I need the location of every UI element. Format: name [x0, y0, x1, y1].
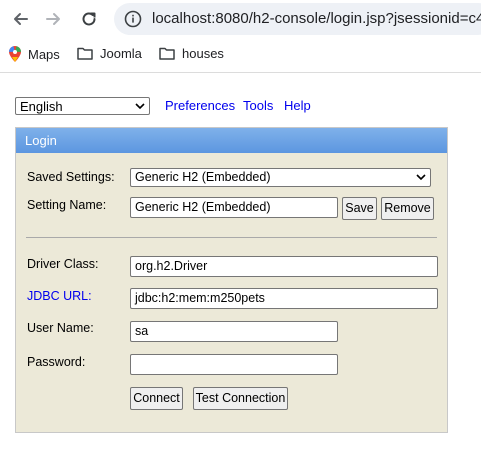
maps-pin-icon [9, 46, 21, 62]
remove-button[interactable]: Remove [381, 197, 434, 220]
bookmark-label: houses [182, 46, 224, 61]
driver-class-input[interactable]: org.h2.Driver [130, 256, 438, 277]
bookmark-maps[interactable]: Maps [9, 46, 60, 62]
saved-settings-select[interactable]: Generic H2 (Embedded) [130, 168, 431, 187]
back-arrow-icon [14, 13, 28, 25]
saved-settings-value: Generic H2 (Embedded) [135, 170, 271, 184]
url-text: localhost:8080/h2-console/login.jsp?jses… [152, 10, 481, 27]
chevron-down-icon [416, 174, 426, 181]
reload-button[interactable] [76, 6, 102, 32]
jdbc-url-help-link[interactable]: JDBC URL: [27, 289, 92, 303]
site-info-icon[interactable] [124, 10, 142, 28]
bookmarks-bar: Maps Joomla houses [0, 40, 481, 73]
tools-link[interactable]: Tools [243, 98, 273, 113]
password-label: Password: [27, 355, 86, 369]
bookmark-label: Joomla [100, 46, 142, 61]
chevron-down-icon [135, 103, 145, 110]
bookmark-label: Maps [28, 46, 60, 62]
forward-arrow-icon [46, 13, 60, 25]
password-input[interactable] [130, 354, 338, 375]
bookmark-joomla[interactable]: Joomla [77, 46, 142, 61]
forward-button[interactable] [40, 6, 66, 32]
user-name-input[interactable]: sa [130, 321, 338, 342]
login-title: Login [16, 128, 447, 153]
setting-name-label: Setting Name: [27, 198, 107, 212]
folder-icon [159, 47, 175, 60]
setting-name-input[interactable]: Generic H2 (Embedded) [130, 197, 338, 218]
saved-settings-label: Saved Settings: [27, 170, 115, 184]
user-name-label: User Name: [27, 321, 94, 335]
folder-icon [77, 47, 93, 60]
preferences-link[interactable]: Preferences [165, 98, 235, 113]
language-value: English [20, 99, 63, 114]
login-panel: Login Saved Settings: Generic H2 (Embedd… [15, 127, 448, 433]
help-link[interactable]: Help [284, 98, 311, 113]
driver-class-label: Driver Class: [27, 257, 99, 271]
test-connection-button[interactable]: Test Connection [193, 387, 288, 410]
language-select[interactable]: English [15, 97, 150, 115]
back-button[interactable] [8, 6, 34, 32]
jdbc-url-input[interactable]: jdbc:h2:mem:m250pets [130, 288, 438, 309]
reload-icon [82, 12, 96, 26]
divider [26, 237, 437, 238]
connect-button[interactable]: Connect [130, 387, 183, 410]
browser-toolbar: localhost:8080/h2-console/login.jsp?jses… [0, 0, 481, 38]
bookmark-houses[interactable]: houses [159, 46, 224, 61]
address-bar[interactable]: localhost:8080/h2-console/login.jsp?jses… [114, 3, 481, 35]
save-button[interactable]: Save [342, 197, 377, 220]
